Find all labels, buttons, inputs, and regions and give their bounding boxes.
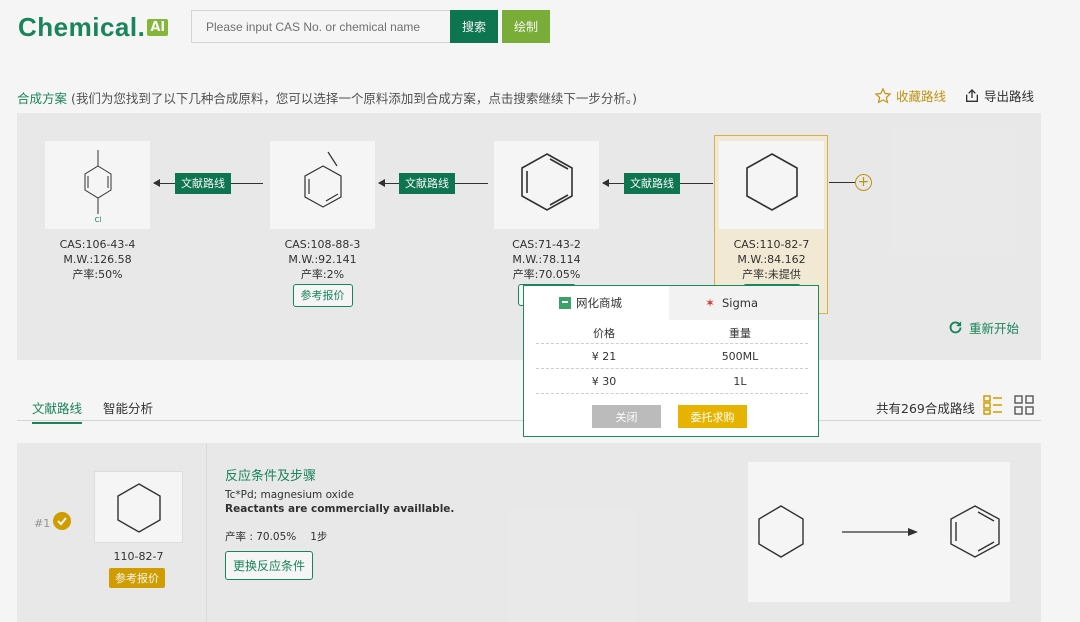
page: Chemical. AI 搜索 绘制 合成方案 (我们为您找到了以下几种合成原料… [0, 0, 1080, 622]
popup-tabs: 网化商城 ✶ Sigma [524, 286, 818, 320]
weight-cell: 500ML [721, 349, 759, 363]
tab-chem-mall[interactable]: 网化商城 [524, 286, 669, 320]
table-header: 价格 重量 [536, 322, 808, 344]
table-row: ¥ 21 500ML [536, 344, 808, 369]
price-popup: 网化商城 ✶ Sigma 价格 重量 ¥ 21 500ML ¥ 30 1L 关闭… [523, 285, 819, 437]
price-cell: ¥ 21 [591, 349, 617, 363]
tab-sigma[interactable]: ✶ Sigma [669, 286, 818, 320]
close-button[interactable]: 关闭 [592, 405, 661, 428]
col-price: 价格 [593, 326, 615, 340]
table-row: ¥ 30 1L [536, 369, 808, 394]
weight-cell: 1L [733, 374, 747, 388]
tab-chem-mall-label: 网化商城 [576, 296, 622, 310]
price-table: 价格 重量 ¥ 21 500ML ¥ 30 1L [536, 322, 808, 394]
shop-icon [559, 297, 571, 309]
sigma-icon: ✶ [705, 296, 716, 310]
tab-sigma-label: Sigma [722, 296, 759, 310]
price-cell: ¥ 30 [591, 374, 617, 388]
col-weight: 重量 [729, 326, 751, 340]
purchase-request-button[interactable]: 委托求购 [678, 405, 747, 428]
